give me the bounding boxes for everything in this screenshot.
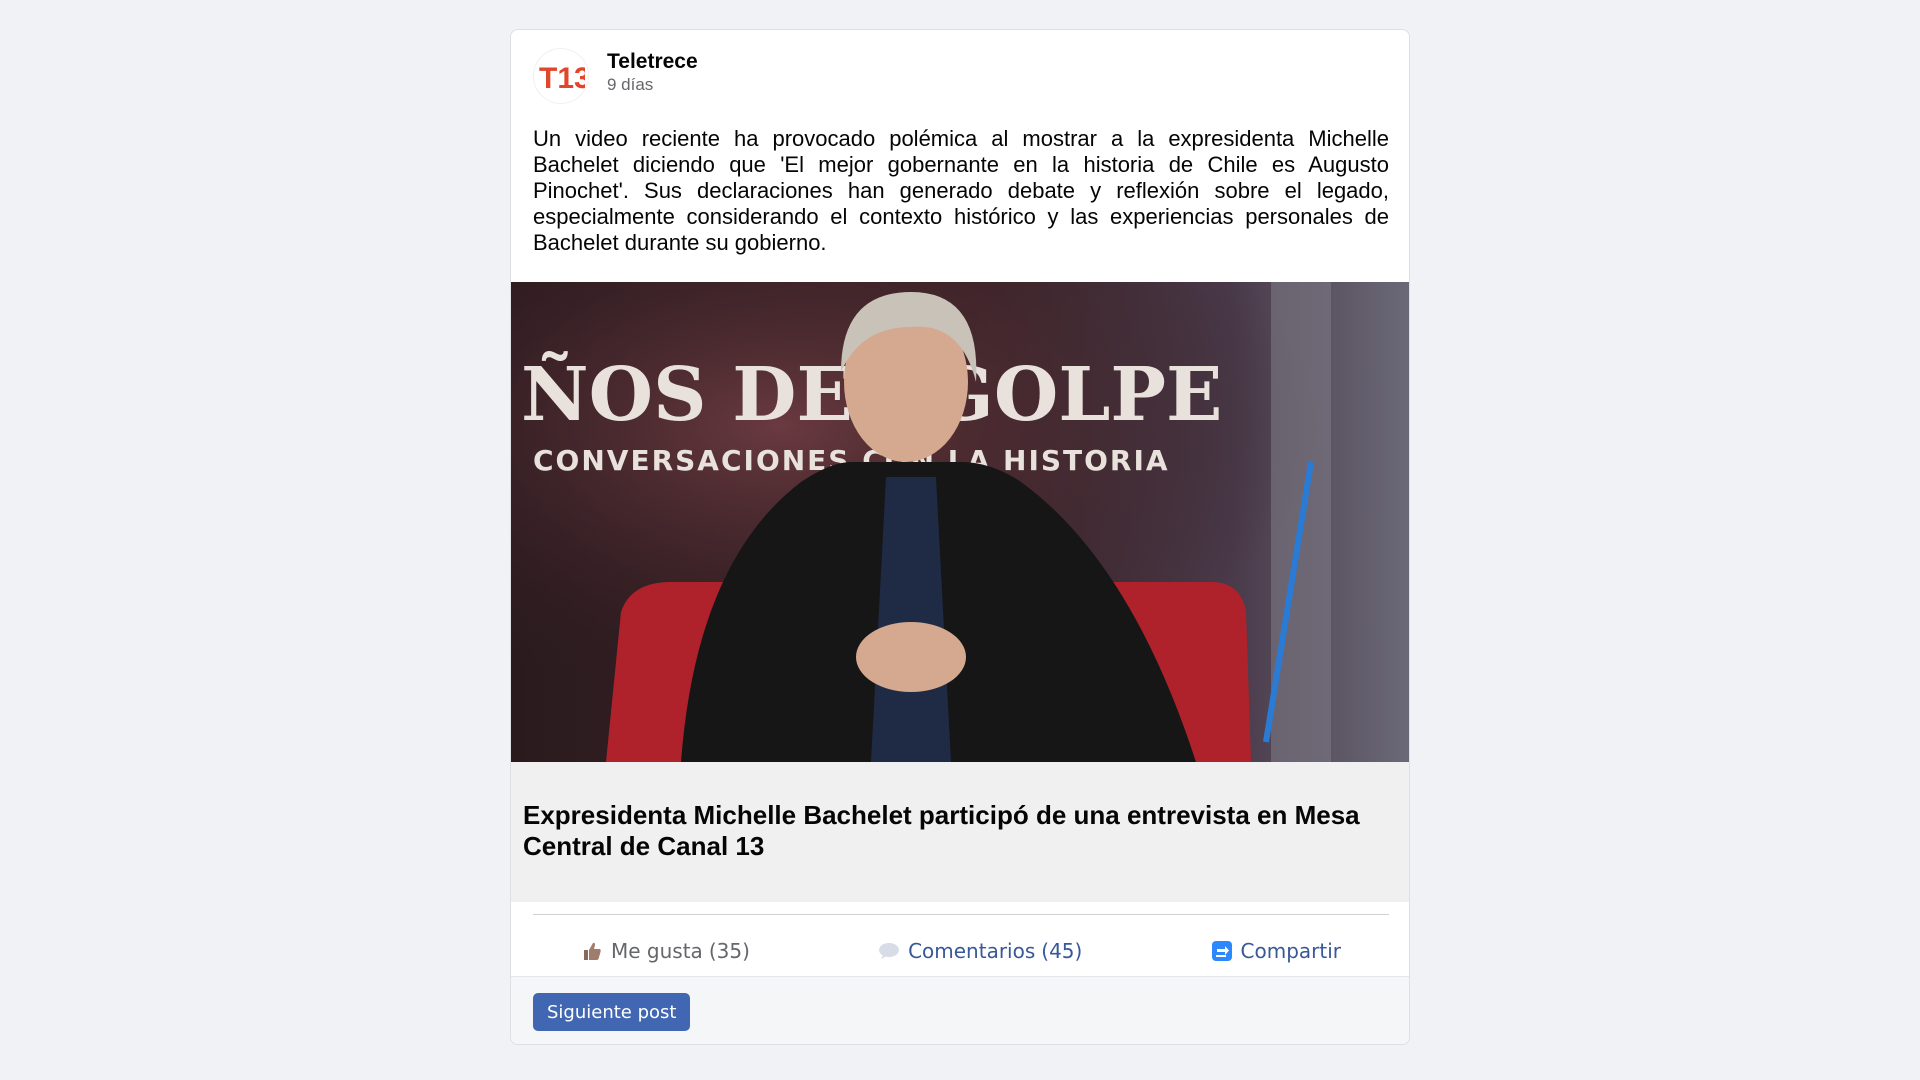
teletrece-logo[interactable]: T13 (533, 48, 589, 104)
t13-logo-mark: T13 (539, 62, 585, 95)
link-preview-title[interactable]: Expresidenta Michelle Bachelet participó… (523, 800, 1393, 862)
next-post-button[interactable]: Siguiente post (533, 993, 691, 1031)
page: T13 Teletrece 9 días Un video reciente h… (0, 0, 1920, 1080)
comment-button[interactable]: Comentarios (45) (868, 935, 1092, 967)
link-preview[interactable]: Expresidenta Michelle Bachelet participó… (511, 762, 1409, 902)
post-text: Un video reciente ha provocado polémica … (533, 126, 1389, 255)
post-card: T13 Teletrece 9 días Un video reciente h… (510, 29, 1410, 1045)
post-footer: Siguiente post (511, 976, 1409, 1044)
share-button[interactable]: Compartir (1201, 935, 1351, 967)
post-timestamp[interactable]: 9 días (607, 74, 698, 96)
speech-bubble-icon (878, 942, 900, 960)
interview-photo: ÑOS DEL GOLPE CONVERSACIONES CON LA HIST… (511, 282, 1409, 762)
post-image[interactable]: ÑOS DEL GOLPE CONVERSACIONES CON LA HIST… (511, 282, 1409, 762)
like-label: Me gusta (611, 939, 703, 963)
logo-text: T13 (539, 62, 585, 95)
share-label: Compartir (1240, 939, 1341, 963)
share-arrow-icon (1211, 940, 1233, 962)
like-button[interactable]: Me gusta (35) (571, 935, 760, 967)
post-actions: Me gusta (35) Comentarios (45) Compartir (533, 926, 1389, 976)
post-header: T13 Teletrece 9 días (533, 48, 1387, 104)
author-block: Teletrece 9 días (607, 50, 698, 96)
like-count: (35) (708, 939, 750, 963)
comment-label: Comentarios (908, 939, 1036, 963)
thumbs-up-icon (581, 940, 603, 962)
comment-count: (45) (1041, 939, 1083, 963)
person-hands (856, 622, 966, 692)
actions-divider (533, 914, 1389, 915)
author-name[interactable]: Teletrece (607, 50, 698, 74)
